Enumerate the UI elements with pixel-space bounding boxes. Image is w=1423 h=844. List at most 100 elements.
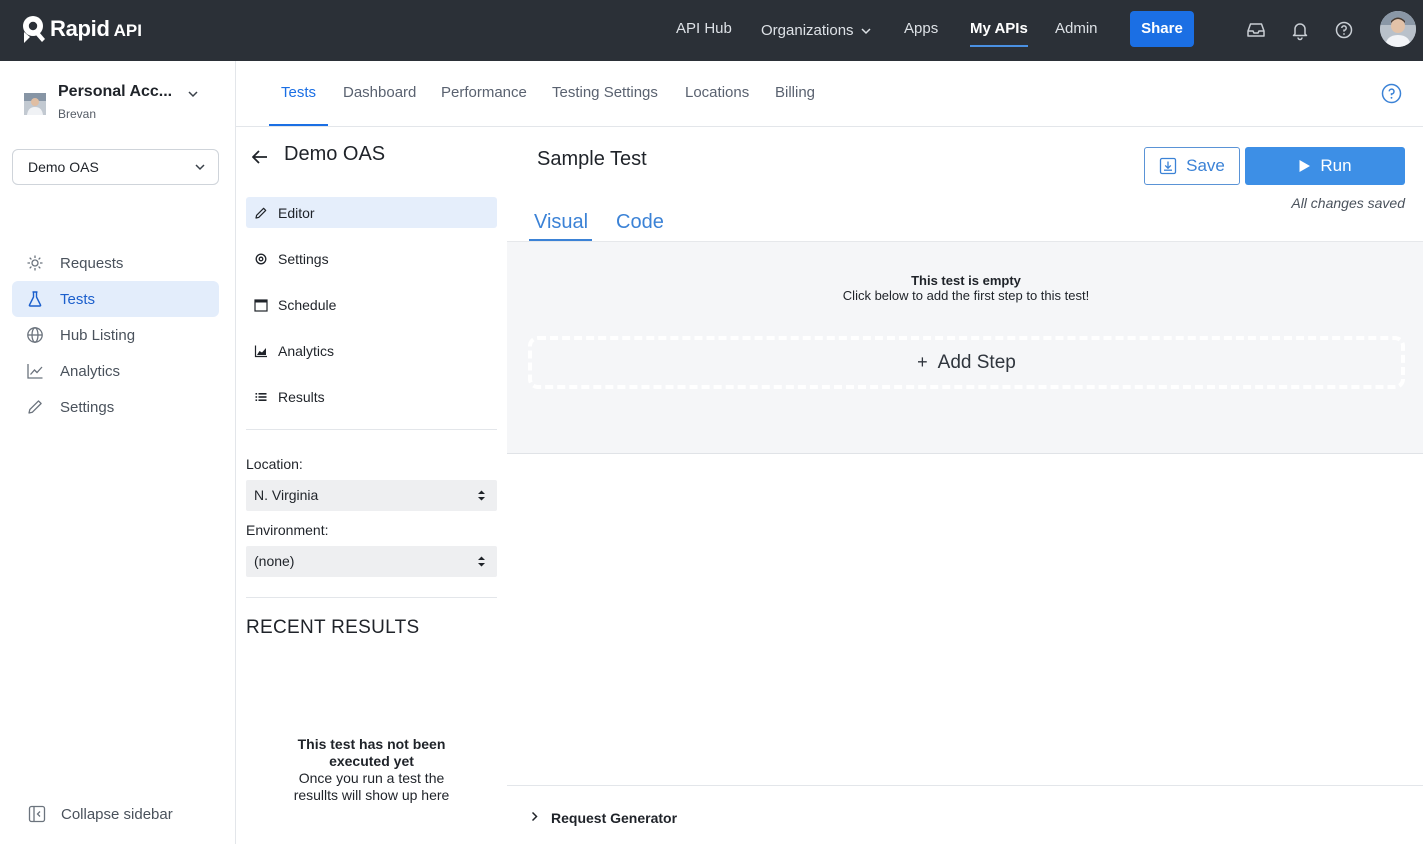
bell-icon[interactable]: [1289, 19, 1311, 41]
location-select[interactable]: N. Virginia: [246, 480, 497, 511]
save-button-label: Save: [1186, 156, 1225, 175]
sidebar-item-tests[interactable]: Tests: [12, 281, 219, 317]
environment-value: (none): [254, 553, 295, 569]
collapse-sidebar-button[interactable]: Collapse sidebar: [28, 805, 173, 823]
test-nav-label: Results: [278, 388, 325, 405]
test-name: Sample Test: [537, 148, 647, 170]
sidebar-item-label: Settings: [60, 398, 115, 416]
nav-apps[interactable]: Apps: [904, 0, 938, 61]
chevron-down-icon: [188, 91, 198, 98]
test-nav-settings[interactable]: Settings: [246, 243, 497, 274]
request-generator-toggle[interactable]: Request Generator: [507, 785, 1423, 844]
add-step-button[interactable]: + Add Step: [528, 336, 1405, 389]
test-nav-label: Schedule: [278, 296, 337, 313]
account-avatar-image: [24, 93, 46, 115]
top-navbar: Rapid API API Hub Organizations Apps My …: [0, 0, 1423, 61]
empty-state-title: This test is empty: [911, 273, 1021, 288]
test-nav-editor[interactable]: Editor: [246, 197, 497, 228]
brand-suffix: API: [113, 20, 142, 40]
share-button[interactable]: Share: [1130, 11, 1194, 47]
inbox-icon[interactable]: [1245, 19, 1267, 41]
sidebar-nav: Requests Tests Hub Listing Analytics Set…: [12, 245, 219, 425]
rapidapi-logo-icon: [23, 16, 45, 43]
help-circle-icon[interactable]: [1381, 83, 1402, 104]
environment-select[interactable]: (none): [246, 546, 497, 577]
avatar-image: [1380, 11, 1416, 47]
environment-label: Environment:: [246, 522, 329, 538]
test-nav-analytics[interactable]: Analytics: [246, 335, 497, 366]
divider: [246, 429, 497, 430]
run-button[interactable]: Run: [1245, 147, 1405, 185]
brand-name: Rapid: [50, 16, 110, 41]
tab-dashboard[interactable]: Dashboard: [343, 61, 416, 126]
list-icon: [255, 392, 267, 401]
analytics-icon: [27, 364, 43, 379]
nav-organizations-label: Organizations: [761, 21, 854, 39]
sidebar-item-settings[interactable]: Settings: [12, 389, 219, 425]
sidebar-item-requests[interactable]: Requests: [12, 245, 219, 281]
api-selector-value: Demo OAS: [28, 159, 99, 175]
left-sidebar: Personal Acc... Brevan Demo OAS Requests…: [0, 61, 236, 844]
sidebar-item-label: Hub Listing: [60, 326, 136, 344]
test-nav-label: Settings: [278, 250, 329, 267]
test-panel: Demo OAS Editor Settings Schedule Analyt…: [236, 127, 507, 844]
test-nav-schedule[interactable]: Schedule: [246, 289, 497, 320]
collapse-sidebar-icon: [28, 805, 46, 823]
select-arrows-icon: [478, 556, 485, 567]
save-icon: [1159, 157, 1177, 175]
sidebar-item-label: Tests: [60, 290, 96, 308]
empty-state-subtitle: Click below to add the first step to thi…: [842, 288, 1090, 303]
play-icon: [1299, 160, 1311, 172]
save-status: All changes saved: [1291, 195, 1405, 211]
nav-my-apis[interactable]: My APIs: [970, 0, 1028, 61]
nav-admin[interactable]: Admin: [1055, 0, 1098, 61]
chevron-right-icon: [531, 811, 538, 822]
user-avatar[interactable]: [1380, 11, 1416, 47]
tab-tests[interactable]: Tests: [268, 61, 329, 126]
api-selector[interactable]: Demo OAS: [12, 149, 219, 185]
run-button-label: Run: [1320, 156, 1352, 175]
save-button[interactable]: Save: [1144, 147, 1240, 185]
calendar-icon: [254, 298, 268, 312]
test-editor: Sample Test Save Run All changes saved V…: [507, 127, 1423, 844]
chevron-down-icon: [195, 164, 205, 171]
sidebar-item-label: Requests: [60, 254, 124, 272]
test-panel-nav: Editor Settings Schedule Analytics Resul…: [246, 197, 497, 427]
pencil-icon: [255, 207, 267, 219]
sidebar-item-label: Analytics: [60, 362, 121, 380]
not-executed-message: This test has not been executed yet Once…: [276, 736, 467, 804]
tab-code[interactable]: Code: [616, 211, 664, 234]
tab-locations[interactable]: Locations: [685, 61, 749, 126]
test-panel-title: Demo OAS: [284, 143, 386, 165]
tab-performance[interactable]: Performance: [441, 61, 527, 126]
chevron-down-icon: [861, 27, 871, 34]
test-nav-results[interactable]: Results: [246, 381, 497, 412]
flask-icon: [28, 291, 42, 307]
test-nav-label: Analytics: [278, 342, 335, 359]
account-username: Brevan: [58, 107, 97, 121]
location-label: Location:: [246, 456, 303, 472]
arrow-left-icon[interactable]: [250, 147, 270, 167]
rapidapi-logo[interactable]: Rapid API: [21, 15, 142, 43]
nav-organizations[interactable]: Organizations: [761, 0, 872, 61]
visual-canvas: This test is empty Click below to add th…: [507, 241, 1423, 454]
tab-visual[interactable]: Visual: [528, 211, 593, 242]
area-chart-icon: [254, 345, 267, 357]
help-icon[interactable]: [1333, 19, 1355, 41]
location-value: N. Virginia: [254, 487, 319, 503]
sidebar-item-hub-listing[interactable]: Hub Listing: [12, 317, 219, 353]
gear-icon: [255, 253, 267, 264]
nav-api-hub[interactable]: API Hub: [676, 0, 732, 61]
sidebar-item-analytics[interactable]: Analytics: [12, 353, 219, 389]
plus-icon: +: [917, 352, 928, 372]
globe-icon: [27, 327, 43, 343]
not-executed-body: Once you run a test the resullts will sh…: [293, 770, 450, 803]
account-name: Personal Acc...: [58, 83, 173, 100]
collapse-sidebar-label: Collapse sidebar: [61, 805, 173, 823]
tab-billing[interactable]: Billing: [775, 61, 815, 126]
tab-testing-settings[interactable]: Testing Settings: [552, 61, 658, 126]
request-generator-label: Request Generator: [551, 810, 678, 826]
add-step-label: Add Step: [937, 351, 1016, 373]
requests-icon: [27, 255, 43, 271]
page-tabs: Tests Dashboard Performance Testing Sett…: [236, 61, 1423, 127]
